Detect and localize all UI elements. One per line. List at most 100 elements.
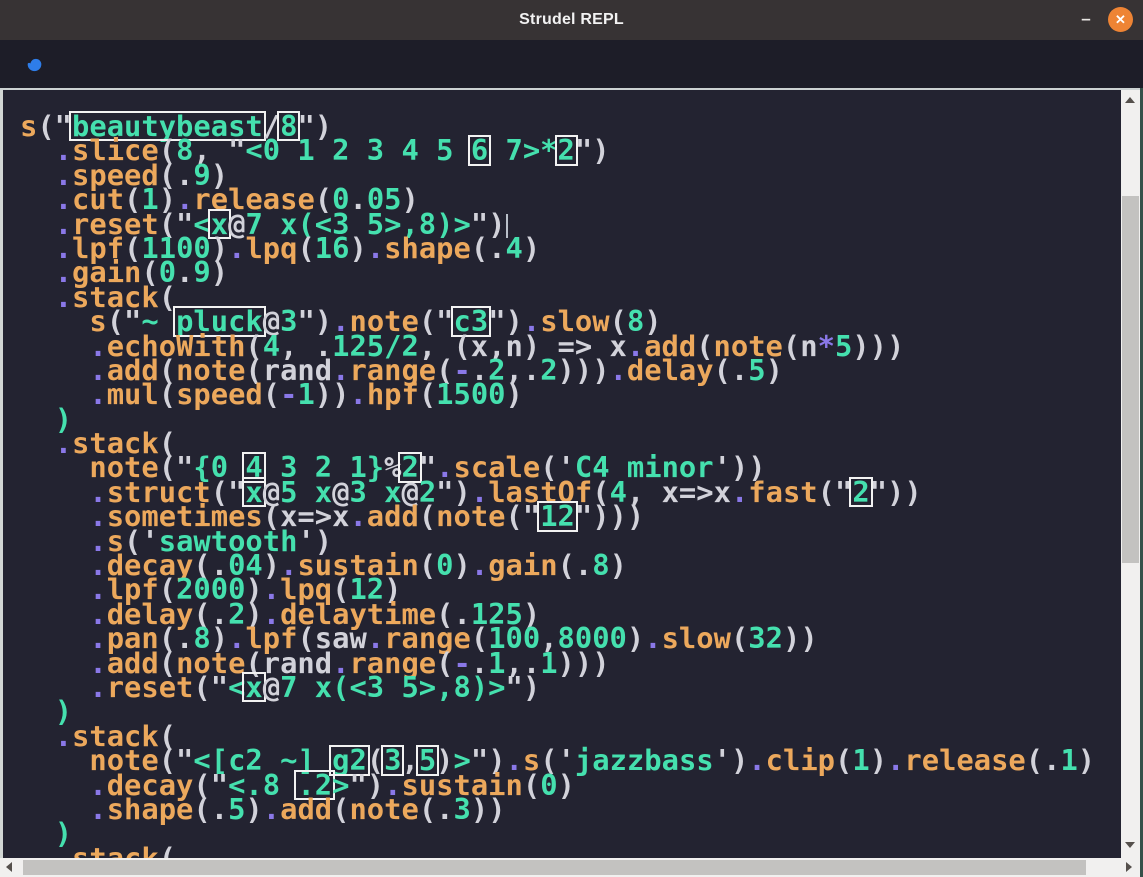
code-token: 32 <box>748 621 783 655</box>
code-token: )) <box>315 377 350 411</box>
code-token: ") <box>506 670 541 704</box>
code-token: . <box>367 231 384 265</box>
scroll-left-arrow-icon[interactable] <box>6 862 12 872</box>
code-token: ) <box>766 353 783 387</box>
code-token: 0 <box>436 548 453 582</box>
code-token: ) <box>211 255 228 289</box>
code-token: note <box>436 499 505 533</box>
code-token: 1500 <box>436 377 505 411</box>
code-token: ( <box>332 792 349 826</box>
code-token: . <box>731 475 748 509</box>
scroll-down-arrow-icon[interactable] <box>1125 842 1135 848</box>
scroll-up-arrow-icon[interactable] <box>1125 97 1135 103</box>
code-token: 1 <box>1060 743 1077 777</box>
code-token: . <box>349 377 366 411</box>
code-token: . <box>471 548 488 582</box>
code-token: add <box>280 792 332 826</box>
code-line: .stack( <box>20 846 1095 858</box>
code-token: (n <box>783 329 818 363</box>
code-token: ) <box>506 377 523 411</box>
code-token: . <box>644 621 661 655</box>
navbar <box>0 40 1143 88</box>
code-token: 2 <box>540 353 557 387</box>
code-token: 8 <box>592 548 609 582</box>
code-token: 9 <box>193 255 210 289</box>
code-token: . <box>349 499 366 533</box>
code-token: shape <box>107 792 194 826</box>
code-token: )) <box>783 621 818 655</box>
code-token: release <box>904 743 1025 777</box>
code-token: ( <box>419 499 436 533</box>
code-token: 5 <box>228 792 245 826</box>
code-token: speed <box>176 377 263 411</box>
code-token: hpf <box>367 377 419 411</box>
code-token: ( <box>835 743 852 777</box>
window-title: Strudel REPL <box>519 11 624 29</box>
code-token: reset <box>107 670 194 704</box>
minimize-button[interactable]: – <box>1074 7 1098 31</box>
code-token: stack <box>72 841 159 858</box>
code-token: 5 <box>835 329 852 363</box>
code-token: (. <box>193 792 228 826</box>
horizontal-scrollbar[interactable] <box>0 858 1140 877</box>
code-token: 1 <box>297 377 314 411</box>
code-token: jazzbass <box>575 743 714 777</box>
horizontal-scroll-thumb[interactable] <box>23 860 1086 875</box>
code-token: . <box>228 231 245 265</box>
code-token: clip <box>766 743 835 777</box>
code-token: ) <box>245 792 262 826</box>
code-token: lpq <box>245 231 297 265</box>
code-token: . <box>55 841 72 858</box>
code-token: ")) <box>870 475 922 509</box>
code-token: 1 <box>852 743 869 777</box>
code-token: 16 <box>315 231 350 265</box>
code-token: . <box>263 792 280 826</box>
code-token: . <box>176 255 193 289</box>
code-token: (. <box>471 231 506 265</box>
code-token: 5 <box>748 353 765 387</box>
code-token: ( <box>731 621 748 655</box>
window-titlebar[interactable]: Strudel REPL – ✕ <box>0 0 1143 40</box>
code-token: <0 1 2 3 4 5 <box>245 133 470 167</box>
code-token: (. <box>1026 743 1061 777</box>
code-token: note <box>349 792 418 826</box>
code-editor[interactable]: s("beautybeast/8") .slice(8, "<0 1 2 3 4… <box>0 90 1121 858</box>
code-token: add <box>367 499 419 533</box>
active-token-highlight: 2 <box>852 480 869 504</box>
code-token: (. <box>558 548 593 582</box>
active-token-highlight: 2 <box>558 138 575 162</box>
code-token: (. <box>419 792 454 826</box>
code-token: mul <box>107 377 159 411</box>
code-token: . <box>89 792 106 826</box>
code-token: fast <box>748 475 817 509</box>
code-token: @ <box>263 670 280 704</box>
code-token: 0 <box>540 768 557 802</box>
code-token: - <box>280 377 297 411</box>
code-token: ( <box>263 377 280 411</box>
close-icon: ✕ <box>1115 12 1126 28</box>
scroll-right-arrow-icon[interactable] <box>1126 862 1132 872</box>
code-token: ) <box>454 548 471 582</box>
code-token: . <box>887 743 904 777</box>
code-token: delay <box>627 353 714 387</box>
vertical-scroll-thumb[interactable] <box>1122 196 1139 563</box>
code-token <box>20 841 55 858</box>
code-token: "))) <box>575 499 644 533</box>
code-token: )) <box>471 792 506 826</box>
active-token-highlight: 6 <box>471 138 488 162</box>
code-token: < <box>228 670 245 704</box>
vertical-scrollbar[interactable] <box>1121 90 1140 858</box>
strudel-logo-icon[interactable] <box>21 50 48 77</box>
code-token: ") <box>575 133 610 167</box>
code-token: ))) <box>558 646 610 680</box>
close-button[interactable]: ✕ <box>1108 7 1133 32</box>
code-token: shape <box>384 231 471 265</box>
code-token: 4 <box>506 231 523 265</box>
code-token: ( <box>159 377 176 411</box>
code-token: ( <box>419 377 436 411</box>
code-token: (" <box>506 499 541 533</box>
code-token: 1 <box>540 646 557 680</box>
code-token: ) <box>1078 743 1095 777</box>
active-token-highlight: 12 <box>540 504 575 528</box>
code-token: gain <box>488 548 557 582</box>
